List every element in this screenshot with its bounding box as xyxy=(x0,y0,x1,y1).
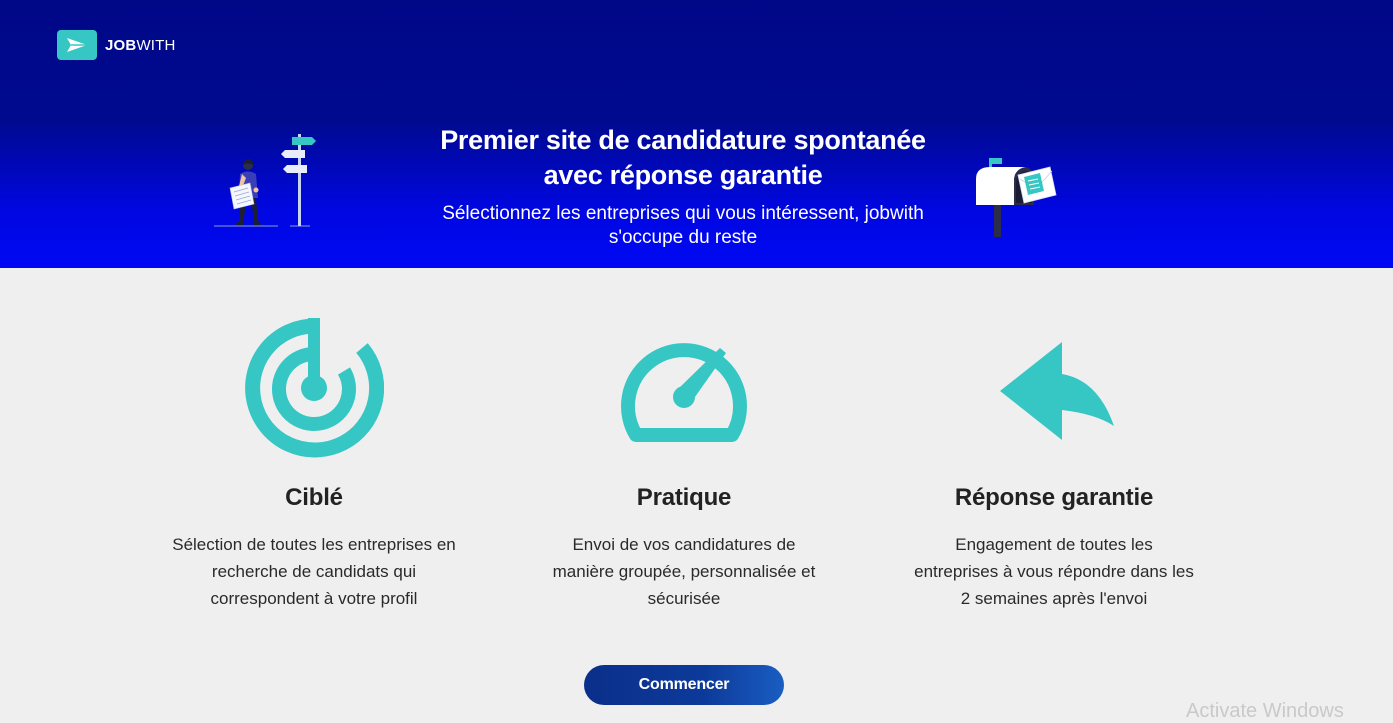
logo-text: JOBWITH xyxy=(105,37,176,54)
feature-cible: Ciblé Sélection de toutes les entreprise… xyxy=(134,318,494,608)
feature-desc-cible: Sélection de toutes les entreprises en r… xyxy=(164,531,464,612)
commencer-button[interactable]: Commencer xyxy=(584,665,784,705)
feature-desc-line: Engagement de toutes les xyxy=(955,535,1153,554)
feature-desc-line: Sélection de toutes les entreprises en xyxy=(172,535,456,554)
feature-desc-line: correspondent à votre profil xyxy=(210,589,418,608)
feature-desc-line: 2 semaines après l'envoi xyxy=(960,589,1148,608)
feature-desc-line: manière groupée, personnalisée et xyxy=(552,562,816,581)
hero-title: Premier site de candidature spontanée av… xyxy=(383,123,983,193)
hero-banner: JOBWITH Premier site de candidature spon… xyxy=(0,0,1393,268)
hero-subtitle-line2: s'occupe du reste xyxy=(608,227,758,248)
target-icon xyxy=(245,318,384,458)
logo-text-light: WITH xyxy=(136,36,176,54)
feature-reponse-garantie: Réponse garantie Engagement de toutes le… xyxy=(874,318,1234,608)
send-arrow-icon xyxy=(57,30,97,60)
feature-desc-line: recherche de candidats qui xyxy=(211,562,417,581)
feature-desc-pratique: Envoi de vos candidatures de manière gro… xyxy=(534,531,834,612)
hero-title-line1: Premier site de candidature spontanée xyxy=(440,125,926,155)
logo-text-bold: JOB xyxy=(105,36,137,54)
feature-title-cible: Ciblé xyxy=(285,484,343,511)
feature-desc-reponse-garantie: Engagement de toutes les entreprises à v… xyxy=(904,531,1204,612)
reply-arrow-icon xyxy=(1000,342,1114,440)
hero-subtitle-line1: Sélectionnez les entreprises qui vous in… xyxy=(442,203,924,224)
feature-desc-line: entreprises à vous répondre dans les xyxy=(914,562,1194,581)
speedometer-icon xyxy=(621,343,747,442)
logo[interactable]: JOBWITH xyxy=(57,30,176,60)
feature-desc-line: Envoi de vos candidatures de xyxy=(572,535,796,554)
feature-desc-line: sécurisée xyxy=(647,589,721,608)
hero-subtitle: Sélectionnez les entreprises qui vous in… xyxy=(403,202,963,250)
feature-pratique: Pratique Envoi de vos candidatures de ma… xyxy=(504,318,864,608)
hero-title-line2: avec réponse garantie xyxy=(543,160,823,190)
feature-title-pratique: Pratique xyxy=(636,484,732,511)
mailbox-illustration xyxy=(976,158,1057,237)
activate-windows-watermark: Activate Windows xyxy=(1186,700,1344,722)
feature-title-reponse-garantie: Réponse garantie xyxy=(954,484,1154,511)
person-with-signpost-illustration xyxy=(214,134,316,227)
